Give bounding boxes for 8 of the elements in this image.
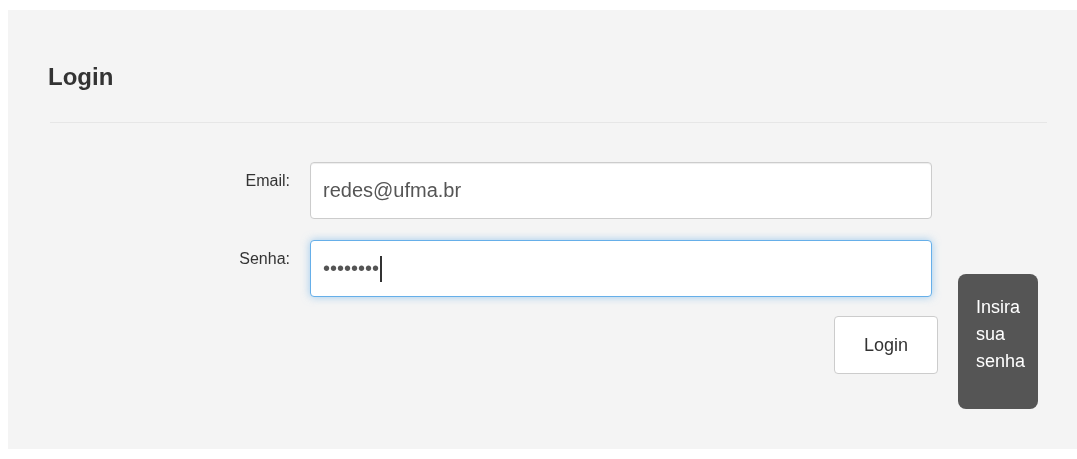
input-field[interactable]: redes@ufma.br xyxy=(310,162,932,219)
login-button[interactable]: Login xyxy=(834,316,938,374)
text-caret xyxy=(380,255,382,282)
field-label: Email: xyxy=(244,171,290,190)
field-label: Senha: xyxy=(238,249,290,268)
input-field[interactable]: •••••••• xyxy=(310,240,932,297)
tooltip: Insira sua senha xyxy=(958,274,1038,409)
page-title: Login xyxy=(48,62,115,92)
